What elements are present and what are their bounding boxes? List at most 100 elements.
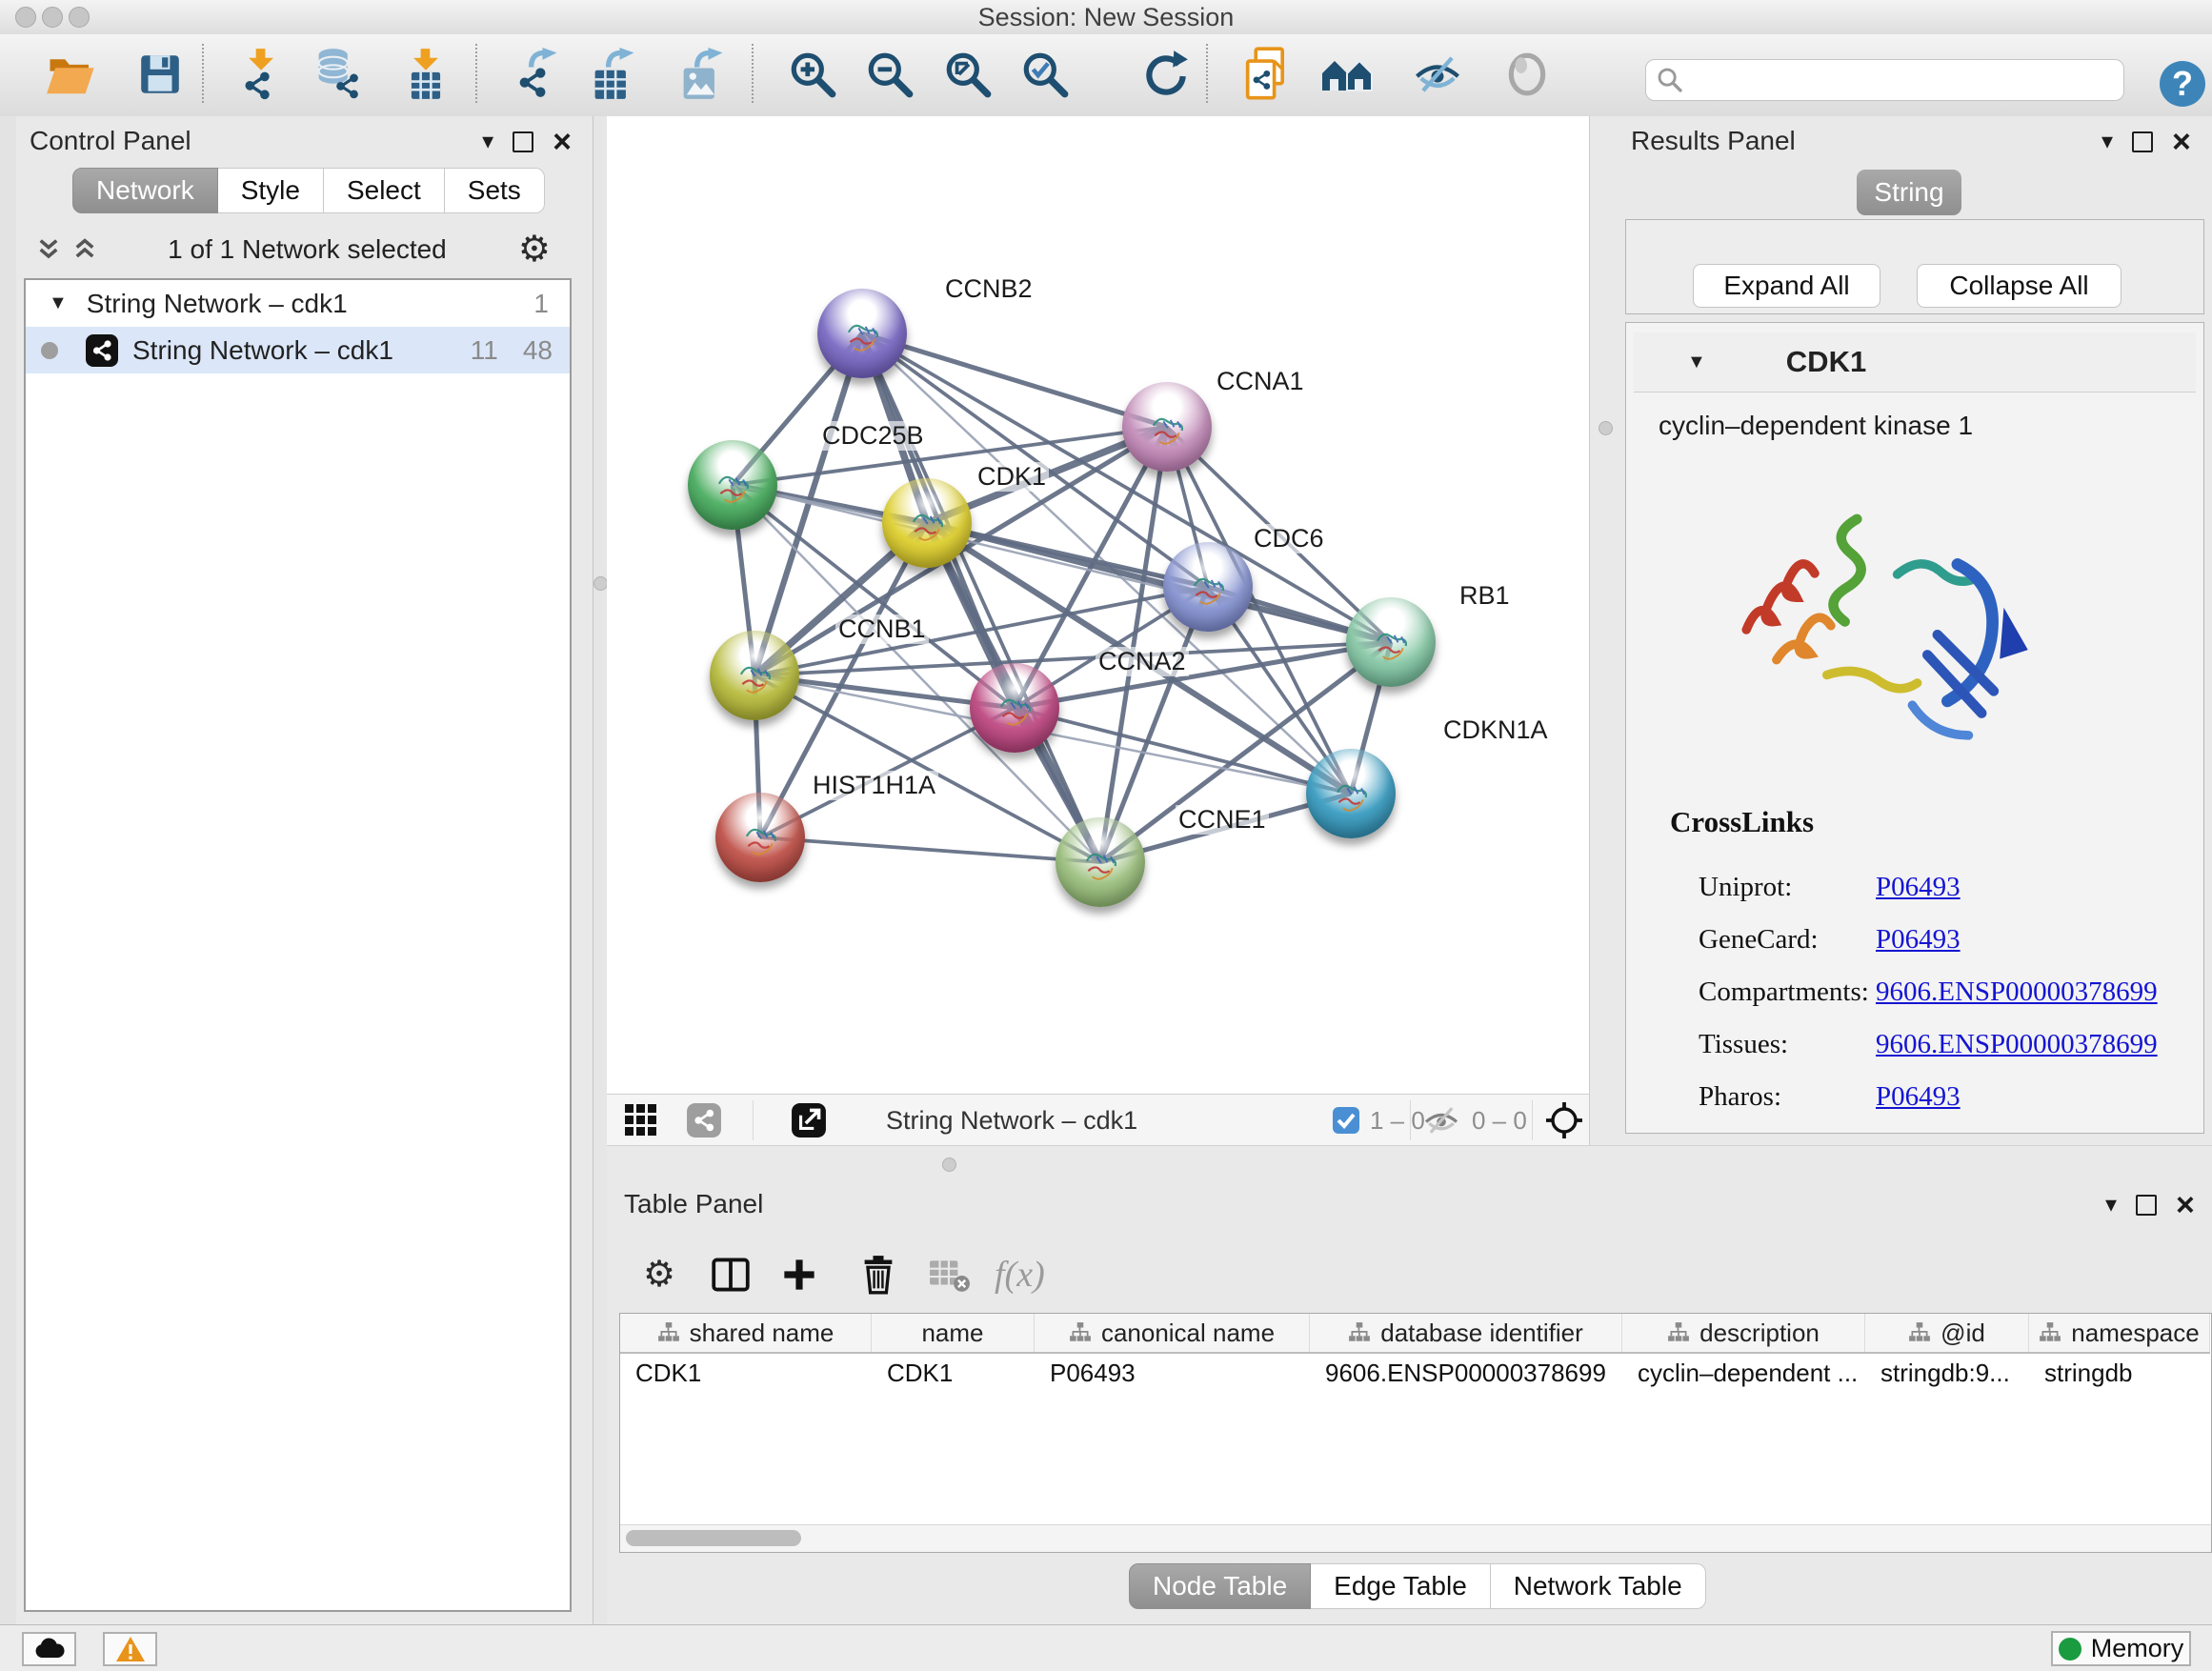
tab-sets[interactable]: Sets (445, 168, 545, 213)
collection-expand-icon[interactable]: ▼ (49, 292, 68, 314)
tab-network[interactable]: Network (72, 168, 218, 213)
import-network-from-database-button[interactable] (310, 42, 365, 107)
column-header--id[interactable]: @id (1865, 1314, 2029, 1352)
hide-selected-button[interactable] (1410, 42, 1465, 107)
table-cell[interactable]: stringdb (2029, 1354, 2210, 1392)
network-edge[interactable] (862, 333, 1167, 427)
new-network-from-selection-button[interactable] (1238, 42, 1294, 107)
open-file-button[interactable] (44, 42, 99, 107)
detach-view-button[interactable] (791, 1101, 827, 1139)
cloud-status-button[interactable] (22, 1632, 76, 1666)
crosslink-link[interactable]: P06493 (1876, 1081, 1961, 1113)
splitter-handle[interactable] (942, 1158, 956, 1172)
apply-function-button[interactable]: f(x) (995, 1248, 1045, 1301)
tab-style[interactable]: Style (218, 168, 324, 213)
network-canvas[interactable]: CCNB2CCNA1CDC25BCDK1CDC6RB1CCNB1CCNA2CDK… (607, 116, 1589, 1094)
column-header-description[interactable]: description (1622, 1314, 1865, 1352)
right-splitter[interactable] (1589, 116, 1620, 1145)
import-table-from-file-button[interactable] (398, 42, 453, 107)
crosslink-link[interactable]: 9606.ENSP00000378699 (1876, 1029, 2158, 1060)
tab-node-table[interactable]: Node Table (1129, 1563, 1311, 1609)
network-node-cdc6[interactable] (1163, 542, 1253, 632)
splitter-handle[interactable] (1599, 421, 1613, 435)
network-view-mode-button[interactable] (686, 1101, 722, 1139)
network-node-cdkn1a[interactable] (1306, 749, 1396, 838)
table-cell[interactable]: stringdb:9... (1865, 1354, 2029, 1392)
crosslink-link[interactable]: P06493 (1876, 924, 1961, 956)
close-panel-icon[interactable]: × (2172, 126, 2191, 158)
collapse-section-icon[interactable]: ▼ (1687, 352, 1706, 373)
zoom-in-button[interactable] (785, 42, 840, 107)
column-header-database-identifier[interactable]: database identifier (1310, 1314, 1622, 1352)
tab-select[interactable]: Select (324, 168, 445, 213)
import-network-from-file-button[interactable] (232, 42, 288, 107)
export-network-button[interactable] (509, 42, 564, 107)
crosslink-link[interactable]: 9606.ENSP00000378699 (1876, 976, 2158, 1008)
table-cell[interactable]: P06493 (1035, 1354, 1310, 1392)
table-cell[interactable]: CDK1 (620, 1354, 872, 1392)
network-node-ccnb1[interactable] (710, 631, 799, 720)
network-node-ccne1[interactable] (1056, 817, 1145, 907)
float-panel-icon[interactable] (513, 131, 533, 152)
horizontal-splitter[interactable] (607, 1145, 2212, 1182)
birdseye-view-button[interactable] (1545, 1101, 1583, 1139)
network-node-cdk1[interactable] (882, 478, 972, 568)
table-cell[interactable]: CDK1 (872, 1354, 1035, 1392)
network-node-ccna2[interactable] (970, 663, 1059, 753)
zoom-out-button[interactable] (862, 42, 917, 107)
first-neighbors-button[interactable] (1320, 42, 1376, 107)
column-header-canonical-name[interactable]: canonical name (1035, 1314, 1310, 1352)
add-column-button[interactable] (781, 1248, 817, 1301)
network-node-ccnb2[interactable] (817, 289, 907, 378)
table-cell[interactable]: cyclin–dependent ... (1622, 1354, 1865, 1392)
crosslink-link[interactable]: P06493 (1876, 872, 1961, 903)
column-header-shared-name[interactable]: shared name (620, 1314, 872, 1352)
panel-menu-icon[interactable]: ▾ (2105, 1194, 2117, 1217)
network-node-cdc25b[interactable] (688, 440, 777, 530)
expand-all-button[interactable]: Expand All (1693, 264, 1880, 308)
scrollbar-thumb[interactable] (626, 1530, 801, 1546)
save-session-button[interactable] (132, 42, 188, 107)
tab-string[interactable]: String (1857, 170, 1961, 215)
panel-menu-icon[interactable]: ▾ (2101, 131, 2113, 153)
network-collection-row[interactable]: ▼ String Network – cdk1 1 (26, 280, 570, 327)
panel-menu-icon[interactable]: ▾ (482, 131, 493, 153)
table-cell[interactable]: 9606.ENSP00000378699 (1310, 1354, 1622, 1392)
export-image-button[interactable] (674, 42, 730, 107)
export-table-button[interactable] (586, 42, 641, 107)
close-panel-icon[interactable]: × (2176, 1189, 2195, 1221)
column-header-name[interactable]: name (872, 1314, 1035, 1352)
collapse-all-networks-icon[interactable] (37, 237, 60, 262)
horizontal-scrollbar[interactable] (620, 1524, 2211, 1552)
network-node-hist1h1a[interactable] (715, 793, 805, 882)
selected-checkbox[interactable] (1332, 1101, 1360, 1139)
network-node-rb1[interactable] (1346, 597, 1436, 687)
table-options-button[interactable]: ⚙ (643, 1248, 675, 1301)
search-input[interactable] (1684, 65, 2114, 96)
grid-view-button[interactable] (624, 1101, 658, 1139)
splitter-handle[interactable] (593, 576, 608, 591)
gene-section-header[interactable]: ▼ CDK1 (1634, 332, 2196, 393)
close-panel-icon[interactable]: × (553, 126, 572, 158)
collapse-all-button[interactable]: Collapse All (1917, 264, 2122, 308)
column-header-namespace[interactable]: namespace (2029, 1314, 2210, 1352)
float-panel-icon[interactable] (2132, 131, 2153, 152)
zoom-selected-button[interactable] (1017, 42, 1073, 107)
network-row-selected[interactable]: String Network – cdk1 11 48 (26, 327, 570, 373)
memory-button[interactable]: Memory (2051, 1631, 2191, 1666)
network-edge[interactable] (760, 837, 1100, 862)
tab-network-table[interactable]: Network Table (1491, 1563, 1706, 1609)
tab-edge-table[interactable]: Edge Table (1311, 1563, 1491, 1609)
delete-column-button[interactable] (860, 1248, 896, 1301)
help-button[interactable]: ? (2155, 51, 2210, 116)
network-options-gear-icon[interactable]: ⚙ (518, 232, 551, 268)
float-panel-icon[interactable] (2136, 1195, 2157, 1216)
network-node-ccna1[interactable] (1122, 382, 1212, 472)
warnings-button[interactable] (103, 1632, 157, 1666)
refresh-button[interactable] (1138, 42, 1194, 107)
expand-all-networks-icon[interactable] (73, 237, 96, 262)
show-all-button[interactable] (1499, 42, 1555, 107)
zoom-fit-button[interactable] (940, 42, 995, 107)
show-columns-button[interactable] (712, 1248, 750, 1301)
table-row[interactable]: CDK1CDK1P064939606.ENSP00000378699cyclin… (620, 1354, 2210, 1392)
